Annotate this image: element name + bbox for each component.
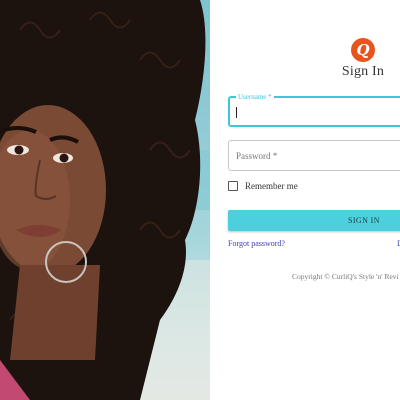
forgot-password-link[interactable]: Forgot password? xyxy=(228,239,285,248)
hero-photo xyxy=(0,0,210,400)
password-field[interactable]: Password * xyxy=(228,140,400,171)
brand-logo-icon: Q xyxy=(351,38,375,62)
remember-me-label: Remember me xyxy=(245,181,298,191)
password-placeholder: Password * xyxy=(236,151,278,161)
username-field[interactable]: Username * xyxy=(228,92,400,127)
page-title: Sign In xyxy=(341,64,385,79)
portrait-illustration xyxy=(0,0,210,400)
remember-me-option[interactable]: Remember me xyxy=(228,181,298,191)
sign-in-button[interactable]: SIGN IN xyxy=(228,210,400,231)
remember-me-checkbox[interactable] xyxy=(228,181,238,191)
username-label: Username * xyxy=(236,92,274,102)
sign-in-form: Q Sign In Username * Password * Remember… xyxy=(210,0,400,400)
copyright-text: Copyright © CurliQ's Style 'n' Revi xyxy=(292,272,399,281)
text-cursor xyxy=(236,107,237,118)
